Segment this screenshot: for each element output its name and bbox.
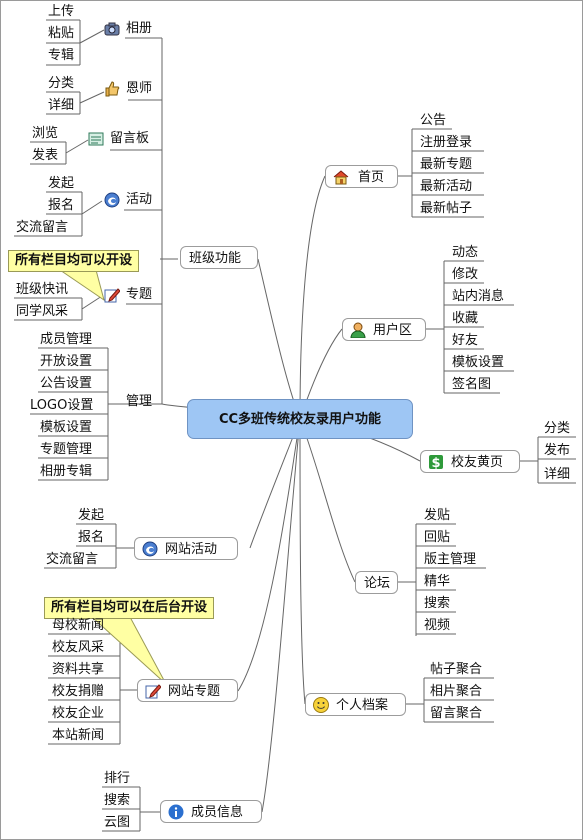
home-register-login[interactable]: 注册登录 — [420, 135, 472, 151]
manage-topics[interactable]: 专题管理 — [40, 442, 92, 458]
user-icon — [350, 322, 366, 338]
message-board-icon — [88, 131, 104, 147]
pencil-icon — [104, 287, 120, 303]
board-browse[interactable]: 浏览 — [32, 126, 58, 142]
pencil-icon — [145, 683, 161, 699]
user-signature[interactable]: 签名图 — [452, 377, 491, 393]
site-topic-site-news[interactable]: 本站新闻 — [52, 728, 104, 744]
user-template-settings[interactable]: 模板设置 — [452, 355, 504, 371]
site-activity-comments[interactable]: 交流留言 — [46, 552, 98, 568]
forum-post[interactable]: 发贴 — [424, 508, 450, 524]
album-paste[interactable]: 粘贴 — [48, 26, 74, 42]
manage-open-settings[interactable]: 开放设置 — [40, 354, 92, 370]
manage-node[interactable]: 管理 — [126, 394, 152, 410]
activity-launch[interactable]: 发起 — [48, 176, 74, 192]
album-collection[interactable]: 专辑 — [48, 48, 74, 64]
home-latest-posts[interactable]: 最新帖子 — [420, 201, 472, 217]
board-post[interactable]: 发表 — [32, 148, 58, 164]
site-topic-resource-share[interactable]: 资料共享 — [52, 662, 104, 678]
info-icon — [168, 804, 184, 820]
forum-video[interactable]: 视频 — [424, 618, 450, 634]
site-topic-enterprise[interactable]: 校友企业 — [52, 706, 104, 722]
user-feed[interactable]: 动态 — [452, 245, 478, 261]
smiley-icon — [313, 697, 329, 713]
topic-class-news[interactable]: 班级快讯 — [16, 282, 68, 298]
house-icon — [333, 169, 349, 185]
svg-text:$: $ — [431, 456, 440, 470]
forum-featured[interactable]: 精华 — [424, 574, 450, 590]
site-topic-donation[interactable]: 校友捐赠 — [52, 684, 104, 700]
camera-icon — [104, 21, 120, 37]
manage-template-settings[interactable]: 模板设置 — [40, 420, 92, 436]
home-node[interactable]: 首页 — [325, 165, 398, 188]
dollar-icon: $ — [428, 454, 444, 470]
user-messages[interactable]: 站内消息 — [452, 289, 504, 305]
thumbs-up-icon — [104, 81, 120, 97]
callout-site-topics: 所有栏目均可以在后台开设 — [44, 597, 215, 619]
site-topic-alumni-style[interactable]: 校友风采 — [52, 640, 104, 656]
profile-comment-aggregate[interactable]: 留言聚合 — [430, 706, 482, 722]
manage-members[interactable]: 成员管理 — [40, 332, 92, 348]
teacher-detail[interactable]: 详细 — [48, 98, 74, 114]
teacher-category[interactable]: 分类 — [48, 76, 74, 92]
yellow-publish[interactable]: 发布 — [544, 443, 570, 459]
forum-search[interactable]: 搜索 — [424, 596, 450, 612]
user-friends[interactable]: 好友 — [452, 333, 478, 349]
manage-logo-settings[interactable]: LOGO设置 — [30, 398, 93, 414]
central-topic[interactable]: CC多班传统校友录用户功能 — [187, 399, 413, 439]
class-functions-node[interactable]: 班级功能 — [180, 246, 258, 269]
site-topic-alma-news[interactable]: 母校新闻 — [52, 618, 104, 634]
member-ranking[interactable]: 排行 — [104, 771, 130, 787]
forum-moderation[interactable]: 版主管理 — [424, 552, 476, 568]
topic-classmate-style[interactable]: 同学风采 — [16, 304, 68, 320]
yellow-category[interactable]: 分类 — [544, 421, 570, 437]
activity-signup[interactable]: 报名 — [48, 198, 74, 214]
forum-node[interactable]: 论坛 — [355, 571, 398, 594]
swirl-icon — [142, 541, 158, 557]
callout-class-topics: 所有栏目均可以开设 — [8, 250, 140, 272]
member-cloud[interactable]: 云图 — [104, 815, 130, 831]
member-info-node[interactable]: 成员信息 — [160, 800, 262, 823]
manage-notice-settings[interactable]: 公告设置 — [40, 376, 92, 392]
user-edit[interactable]: 修改 — [452, 267, 478, 283]
site-activity-node[interactable]: 网站活动 — [134, 537, 238, 560]
member-search[interactable]: 搜索 — [104, 793, 130, 809]
forum-reply[interactable]: 回贴 — [424, 530, 450, 546]
site-activity-signup[interactable]: 报名 — [78, 530, 104, 546]
user-favorites[interactable]: 收藏 — [452, 311, 478, 327]
home-latest-activities[interactable]: 最新活动 — [420, 179, 472, 195]
profile-photo-aggregate[interactable]: 相片聚合 — [430, 684, 482, 700]
profile-post-aggregate[interactable]: 帖子聚合 — [430, 662, 482, 678]
activity-comments[interactable]: 交流留言 — [16, 220, 68, 236]
home-notice[interactable]: 公告 — [420, 113, 446, 129]
album-upload[interactable]: 上传 — [48, 4, 74, 20]
yellow-detail[interactable]: 详细 — [544, 467, 570, 483]
home-latest-topics[interactable]: 最新专题 — [420, 157, 472, 173]
manage-album-collections[interactable]: 相册专辑 — [40, 464, 92, 480]
site-activity-launch[interactable]: 发起 — [78, 508, 104, 524]
site-topic-node[interactable]: 网站专题 — [137, 679, 238, 702]
yellow-pages-node[interactable]: $ 校友黄页 — [420, 450, 520, 473]
swirl-icon — [104, 192, 120, 208]
personal-profile-node[interactable]: 个人档案 — [305, 693, 406, 716]
user-area-node[interactable]: 用户区 — [342, 318, 426, 341]
